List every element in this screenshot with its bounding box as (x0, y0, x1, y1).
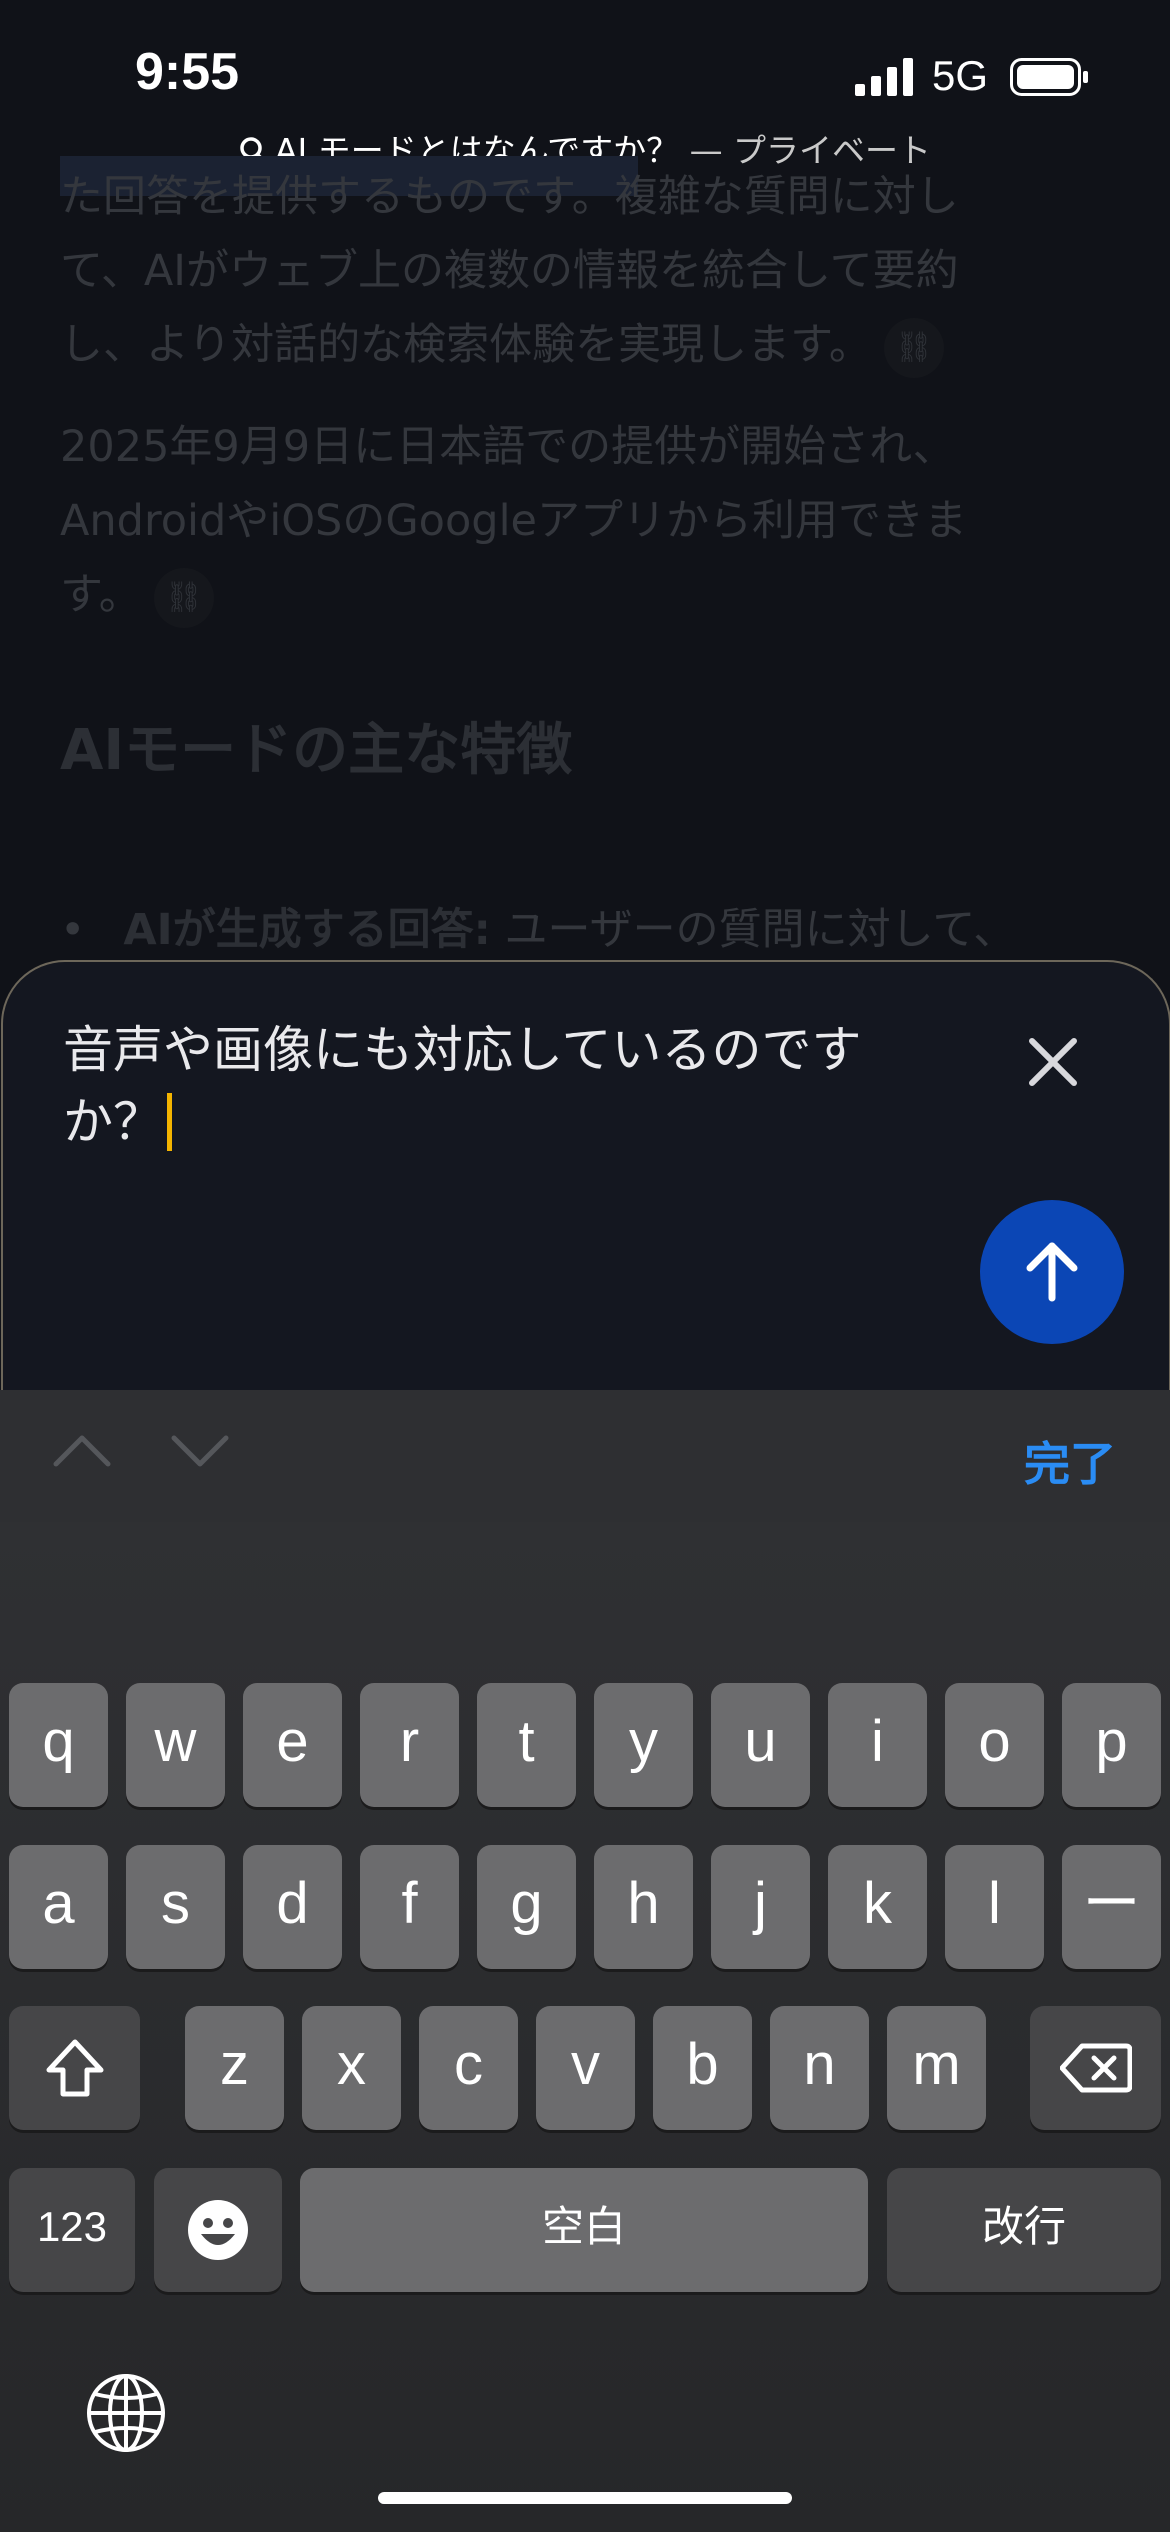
key-c[interactable]: c (419, 2006, 518, 2130)
arrow-up-icon (1026, 1242, 1078, 1302)
input-line-1: 音声や画像にも対応しているのです (63, 1021, 862, 1079)
link-icon[interactable]: ⛓ (883, 317, 944, 378)
key-g[interactable]: g (477, 1845, 576, 1969)
paragraph-1-line-3: し、より対話的な検索体験を実現します。 (60, 320, 872, 370)
return-key[interactable]: 改行 (887, 2168, 1161, 2292)
emoji-icon (188, 2200, 248, 2260)
key-w[interactable]: w (126, 1683, 225, 1807)
key-j[interactable]: j (711, 1845, 810, 1969)
paragraph-2-line-2: AndroidやiOSのGoogleアプリから利用できま (60, 496, 967, 546)
key-m[interactable]: m (887, 2006, 986, 2130)
key-h[interactable]: h (594, 1845, 693, 1969)
key-v[interactable]: v (536, 2006, 635, 2130)
key-i[interactable]: i (828, 1683, 927, 1807)
home-indicator[interactable] (378, 2492, 792, 2504)
bullet-text: ユーザーの質問に対して、 (490, 905, 1017, 955)
shift-key[interactable] (9, 2006, 140, 2130)
key-a[interactable]: a (9, 1845, 108, 1969)
key-p[interactable]: p (1062, 1683, 1161, 1807)
keyboard: q w e r t y u i o p a s d f g h j k l ー … (0, 1522, 1170, 2532)
paragraph-1-line-2: て、AIがウェブ上の複数の情報を統合して要約 (60, 246, 959, 296)
key-f[interactable]: f (360, 1845, 459, 1969)
key-u[interactable]: u (711, 1683, 810, 1807)
key-e[interactable]: e (243, 1683, 342, 1807)
key-b[interactable]: b (653, 2006, 752, 2130)
close-icon[interactable] (1018, 1027, 1088, 1097)
key-o[interactable]: o (945, 1683, 1044, 1807)
input-line-2: か？ (63, 1093, 163, 1151)
paragraph-2-line-3: す。 (60, 570, 142, 620)
key-d[interactable]: d (243, 1845, 342, 1969)
delete-key[interactable] (1030, 2006, 1161, 2130)
key-s[interactable]: s (126, 1845, 225, 1969)
network-type: 5G (932, 52, 989, 99)
key-n[interactable]: n (770, 2006, 869, 2130)
bullet-bold: AIが生成する回答: (123, 905, 491, 955)
numbers-key[interactable]: 123 (9, 2168, 135, 2292)
key-k[interactable]: k (828, 1845, 927, 1969)
link-icon[interactable]: ⛓ (153, 567, 214, 628)
chevron-down-icon[interactable] (170, 1430, 230, 1470)
key-x[interactable]: x (302, 2006, 401, 2130)
section-heading: AIモードの主な特徴 (60, 718, 573, 783)
emoji-key[interactable] (154, 2168, 282, 2292)
status-time: 9:55 (135, 43, 240, 101)
follow-up-input[interactable]: 音声や画像にも対応しているのです か？ (63, 1014, 963, 1158)
paragraph-1-line-1: た回答を提供するものです。複雑な質問に対し (60, 172, 959, 222)
done-button[interactable]: 完了 (1024, 1428, 1116, 1494)
paragraph-1: た回答を提供するものです。複雑な質問に対し て、AIがウェブ上の複数の情報を統合… (60, 156, 959, 382)
key-r[interactable]: r (360, 1683, 459, 1807)
chevron-up-icon[interactable] (52, 1430, 112, 1470)
follow-up-sheet: 音声や画像にも対応しているのです か？ (1, 960, 1170, 1392)
send-button[interactable] (980, 1200, 1124, 1344)
space-key[interactable]: 空白 (300, 2168, 868, 2292)
status-bar: 9:55 5G AI モードとはなんですか？ — プライベート (0, 0, 1170, 170)
key-q[interactable]: q (9, 1683, 108, 1807)
text-caret (167, 1093, 172, 1151)
globe-icon[interactable] (85, 2372, 167, 2454)
key-y[interactable]: y (594, 1683, 693, 1807)
battery-icon (1010, 58, 1088, 96)
keyboard-accessory-bar: 完了 (0, 1390, 1170, 1522)
key-l[interactable]: l (945, 1845, 1044, 1969)
paragraph-2: 2025年9月9日に日本語での提供が開始され、 AndroidやiOSのGoog… (60, 410, 967, 632)
paragraph-2-line-1: 2025年9月9日に日本語での提供が開始され、 (60, 422, 956, 472)
cellular-signal-icon (855, 58, 913, 96)
key-long-dash[interactable]: ー (1062, 1845, 1161, 1969)
list-item: • AIが生成する回答: ユーザーの質問に対して、 (60, 905, 1017, 955)
key-t[interactable]: t (477, 1683, 576, 1807)
backspace-icon (1059, 2043, 1132, 2093)
key-z[interactable]: z (185, 2006, 284, 2130)
shift-icon (46, 2039, 103, 2097)
